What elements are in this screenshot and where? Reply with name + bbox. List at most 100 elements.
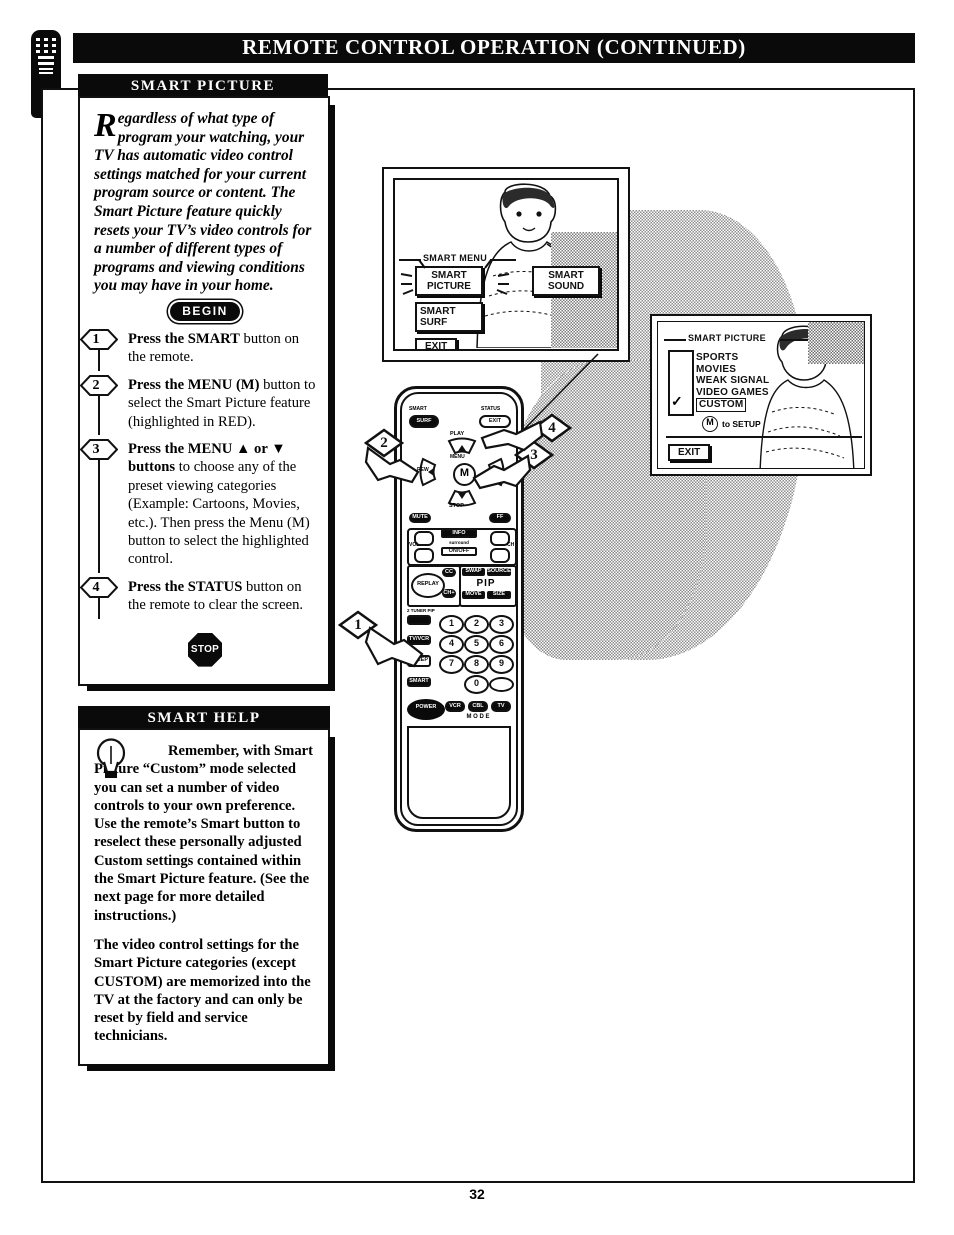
- smart-surf-label: SURF: [416, 417, 432, 424]
- remote-ff-button[interactable]: FF: [489, 513, 511, 523]
- keypad-2[interactable]: 2: [464, 615, 489, 634]
- keypad-dash-button[interactable]: [489, 677, 514, 692]
- keypad-9-label: 9: [498, 658, 504, 668]
- vol-label: VOL: [409, 542, 420, 548]
- option-weak-signal[interactable]: WEAK SIGNAL: [696, 375, 769, 387]
- osd-smart-sound-button[interactable]: SMART SOUND: [532, 266, 600, 296]
- two-tuner-pip-label: 2 TUNER PIP: [407, 608, 435, 613]
- keypad-1[interactable]: 1: [439, 615, 464, 634]
- option-custom-selected[interactable]: CUSTOM: [696, 398, 747, 412]
- step-3-number-badge: 3: [80, 438, 118, 460]
- setup-hint: M to SETUP: [702, 416, 761, 432]
- ch-plus-label: CH+: [443, 589, 455, 596]
- option-sports[interactable]: SPORTS: [696, 352, 769, 364]
- osd-smart-sound-line2: SOUND: [547, 281, 585, 292]
- keypad-8-label: 8: [473, 658, 479, 668]
- pointing-hand-1-icon: [364, 626, 424, 668]
- step-4-number-badge: 4: [80, 576, 118, 598]
- remote-pip-source-button[interactable]: SOURCE: [487, 568, 511, 576]
- smart-picture-menu-title: SMART PICTURE: [688, 333, 766, 343]
- step-2-number: 2: [92, 377, 100, 393]
- step-rail: [98, 393, 100, 435]
- osd-exit-button-2[interactable]: EXIT: [668, 444, 711, 461]
- highlight-rays-icon: [400, 259, 510, 295]
- keypad-6-label: 6: [498, 638, 504, 648]
- ch-down-button[interactable]: [490, 548, 510, 563]
- pip-move-label: MOVE: [465, 591, 482, 598]
- remote-cc-button[interactable]: CC: [442, 568, 456, 577]
- page-number: 32: [469, 1186, 485, 1202]
- remote-icon-keys: [36, 38, 56, 76]
- osd-smart-surf-line2: SURF: [420, 317, 448, 328]
- menu-m-button-icon: M: [702, 416, 718, 432]
- keypad-9[interactable]: 9: [489, 655, 514, 674]
- pip-size-label: SIZE: [492, 591, 506, 598]
- remote-info-button[interactable]: INFO: [441, 529, 477, 538]
- step-4: 4 Press the STATUS button on the remote …: [80, 576, 316, 619]
- mode-group-label: M O D E: [466, 714, 490, 720]
- onoff-label: ON/OFF: [448, 547, 470, 554]
- remote-smart-surf-button[interactable]: SURF: [409, 415, 439, 428]
- remote-mode-vcr-button[interactable]: VCR: [445, 701, 465, 712]
- step-2-number-badge: 2: [80, 374, 118, 396]
- mute-label: MUTE: [412, 514, 428, 521]
- keypad-4[interactable]: 4: [439, 635, 464, 654]
- remote-mute-button[interactable]: MUTE: [409, 513, 431, 523]
- smart-picture-panel: Regardless of what type of program your …: [78, 96, 335, 691]
- step-rail: [98, 347, 100, 371]
- illustration-figure: SMART MENU SMART PICTURE SMART SURF SMAR…: [336, 150, 896, 870]
- keypad-2-label: 2: [473, 618, 479, 628]
- option-video-games[interactable]: VIDEO GAMES: [696, 387, 769, 399]
- ff-label: FF: [496, 514, 504, 521]
- keypad-3[interactable]: 3: [489, 615, 514, 634]
- begin-label: BEGIN: [170, 301, 240, 321]
- remote-replay-button[interactable]: REPLAY: [411, 573, 445, 598]
- step-2-bold: Press the MENU (M): [128, 376, 260, 393]
- step-1-number: 1: [92, 331, 100, 347]
- remote-mode-cbl-button[interactable]: CBL: [468, 701, 488, 712]
- keypad-0-label: 0: [473, 678, 479, 688]
- pip-source-label: SOURCE: [487, 568, 511, 575]
- keypad-0[interactable]: 0: [464, 675, 489, 694]
- step-1: 1 Press the SMART button on the remote.: [80, 328, 316, 371]
- tv-screen-1: SMART MENU SMART PICTURE SMART SURF SMAR…: [382, 167, 630, 362]
- osd-smart-surf-button[interactable]: SMART SURF: [415, 302, 483, 332]
- checkmark-icon: ✓: [671, 393, 683, 409]
- smart-button-label: SMART: [409, 678, 429, 685]
- menu2-rule-left: [664, 339, 686, 341]
- pip-swap-label: SWAP: [465, 568, 482, 575]
- pip-title: PIP: [476, 578, 496, 589]
- smart-help-section-heading: SMART HELP: [78, 706, 330, 730]
- keypad-4-label: 4: [448, 638, 454, 648]
- keypad-7[interactable]: 7: [439, 655, 464, 674]
- vol-down-button[interactable]: [414, 548, 434, 563]
- remote-lower-blank-area: [407, 726, 511, 819]
- option-movies[interactable]: MOVIES: [696, 364, 769, 376]
- keypad-8[interactable]: 8: [464, 655, 489, 674]
- keypad-5[interactable]: 5: [464, 635, 489, 654]
- mode-tv-label: TV: [497, 702, 505, 709]
- remote-pip-swap-button[interactable]: SWAP: [462, 568, 485, 576]
- page-title: REMOTE CONTROL OPERATION (CONTINUED): [242, 35, 746, 59]
- osd-exit-button-1[interactable]: EXIT: [415, 338, 458, 349]
- smart-picture-options-list: SPORTS MOVIES WEAK SIGNAL VIDEO GAMES CU…: [696, 352, 769, 412]
- mode-vcr-label: VCR: [449, 702, 461, 709]
- remote-mode-tv-button[interactable]: TV: [491, 701, 511, 712]
- remote-smart-button[interactable]: SMART: [407, 677, 431, 687]
- keypad-6[interactable]: 6: [489, 635, 514, 654]
- play-label: PLAY: [450, 431, 465, 437]
- lightbulb-icon: [96, 738, 126, 778]
- page-header-bar: REMOTE CONTROL OPERATION (CONTINUED): [73, 33, 915, 63]
- keypad-5-label: 5: [473, 638, 479, 648]
- step-1-bold: Press the SMART: [128, 330, 240, 347]
- stop-marker: STOP: [94, 632, 316, 667]
- remote-ch-plus-button[interactable]: CH+: [442, 589, 456, 598]
- remote-power-button[interactable]: POWER: [407, 699, 445, 720]
- step-rail: [98, 457, 100, 573]
- remote-onoff-button[interactable]: ON/OFF: [441, 547, 477, 556]
- remote-pip-move-button[interactable]: MOVE: [462, 591, 485, 599]
- smart-help-paragraph-2: The video control settings for the Smart…: [94, 936, 311, 1045]
- ch-label: CH: [507, 542, 515, 548]
- osd-smart-surf-line1: SMART: [420, 306, 456, 317]
- remote-pip-size-button[interactable]: SIZE: [487, 591, 511, 599]
